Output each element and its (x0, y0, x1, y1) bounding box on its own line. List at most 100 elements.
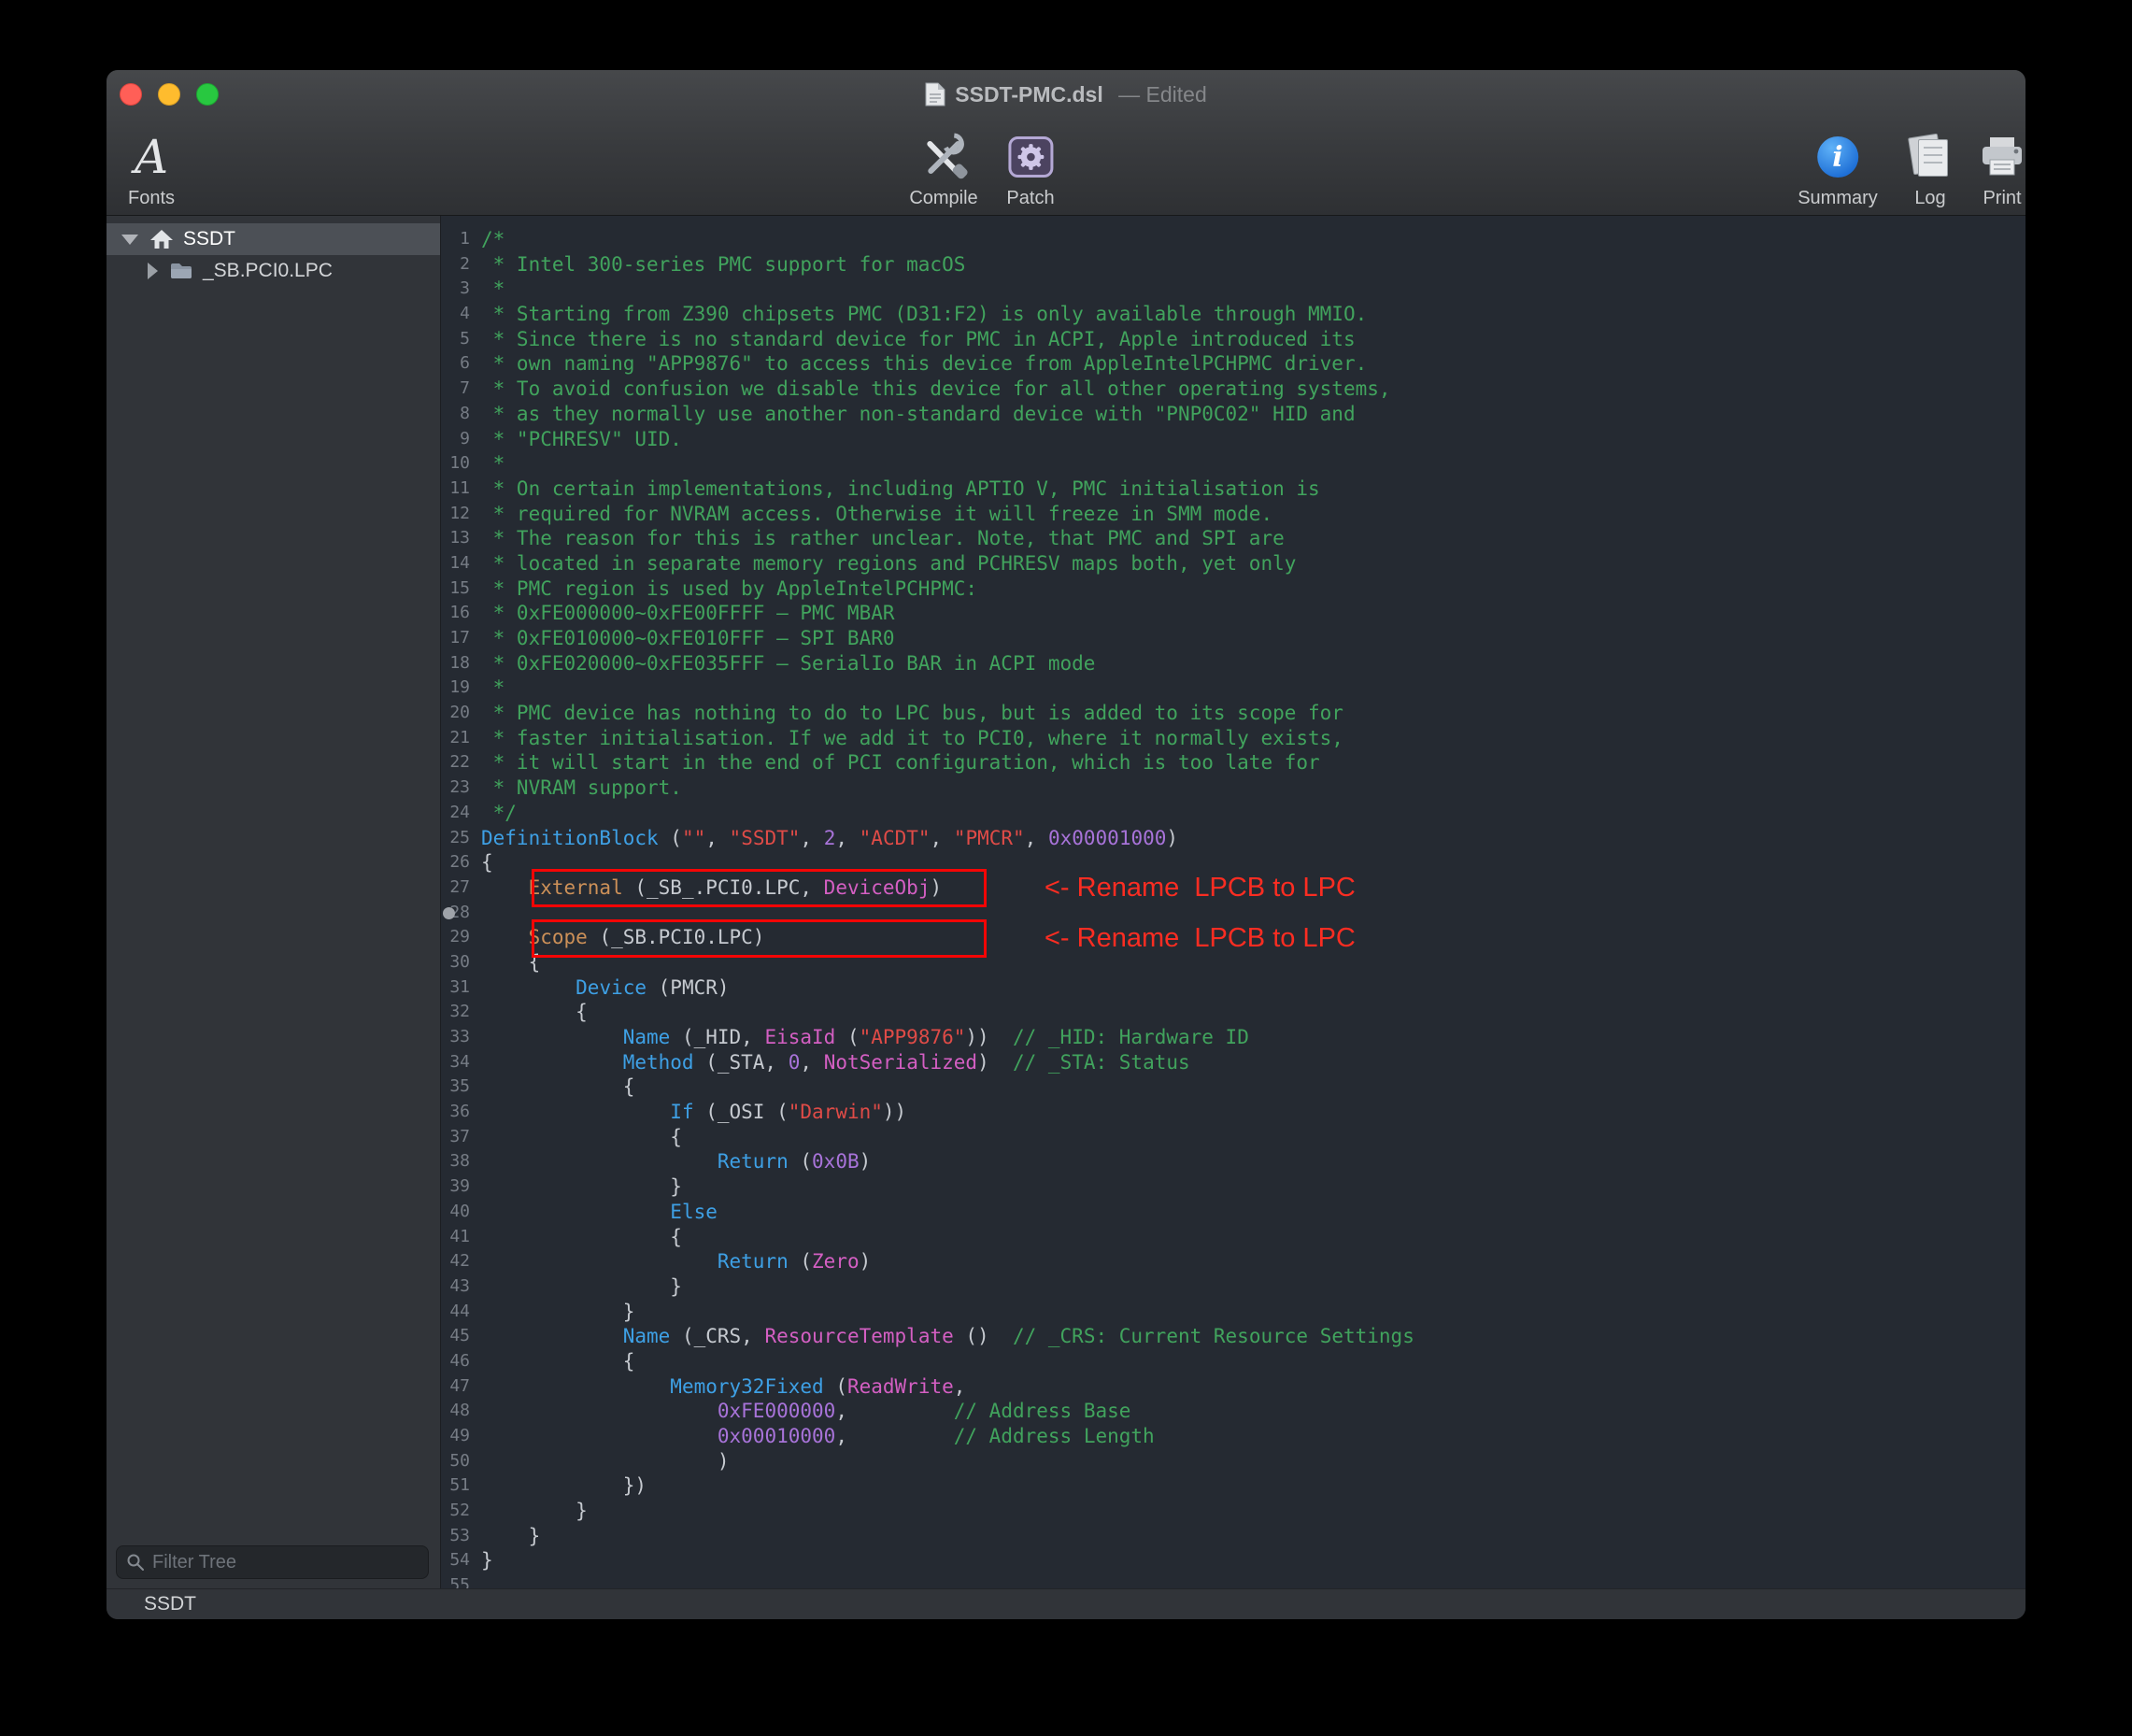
house-icon (149, 228, 174, 250)
code-line: 35 { (441, 1074, 2025, 1100)
log-label: Log (1914, 188, 1945, 209)
code-line: 24 */ (441, 801, 2025, 826)
code-line: 25DefinitionBlock ("", "SSDT", 2, "ACDT"… (441, 826, 2025, 851)
code-line: 23 * NVRAM support. (441, 776, 2025, 801)
gutter-marker (443, 907, 455, 919)
code-line: 34 Method (_STA, 0, NotSerialized) // _S… (441, 1050, 2025, 1075)
code-line: 46 { (441, 1349, 2025, 1374)
code-line: 37 { (441, 1125, 2025, 1150)
window-chrome: SSDT-PMC.dsl — Edited A Fonts Compi (107, 70, 2025, 216)
code-line: 33 Name (_HID, EisaId ("APP9876")) // _H… (441, 1025, 2025, 1050)
window-title: SSDT-PMC.dsl — Edited (107, 70, 2025, 119)
statusbar-path: SSDT (144, 1593, 196, 1615)
code-line: 47 Memory32Fixed (ReadWrite, (441, 1374, 2025, 1400)
code-line: 32 { (441, 1000, 2025, 1025)
patch-button[interactable]: Patch (1006, 131, 1054, 209)
titlebar: SSDT-PMC.dsl — Edited (107, 70, 2025, 119)
code-line: 30 { (441, 950, 2025, 975)
code-line: 28 (441, 901, 2025, 926)
info-circle-icon: i (1817, 136, 1858, 178)
compile-button[interactable]: Compile (909, 131, 977, 209)
summary-button[interactable]: i Summary (1798, 131, 1878, 209)
code-line: 42 Return (Zero) (441, 1249, 2025, 1274)
tree-item-label: SSDT (183, 228, 235, 250)
code-line: 50 ) (441, 1449, 2025, 1474)
document-proxy-icon (925, 82, 945, 107)
code-line: 53 } (441, 1524, 2025, 1549)
code-line: 29 Scope (_SB.PCI0.LPC) (441, 925, 2025, 950)
code-line: 48 0xFE000000, // Address Base (441, 1399, 2025, 1424)
title-edited-suffix: — Edited (1113, 82, 1207, 107)
summary-label: Summary (1798, 188, 1878, 209)
printer-icon (1979, 135, 2025, 178)
code-line: 22 * it will start in the end of PCI con… (441, 750, 2025, 776)
documents-stack-icon (1909, 134, 1952, 180)
code-line: 2 * Intel 300-series PMC support for mac… (441, 252, 2025, 277)
code-line: 11 * On certain implementations, includi… (441, 477, 2025, 502)
crossed-tools-icon (917, 133, 970, 181)
code-line: 55 (441, 1573, 2025, 1588)
code-line: 15 * PMC region is used by AppleIntelPCH… (441, 576, 2025, 602)
code-line: 5 * Since there is no standard device fo… (441, 327, 2025, 352)
code-line: 45 Name (_CRS, ResourceTemplate () // _C… (441, 1324, 2025, 1349)
app-window: SSDT-PMC.dsl — Edited A Fonts Compi (107, 70, 2025, 1619)
sidebar-tree: SSDT _SB.PCI0.LPC (107, 216, 441, 1588)
code-line: 38 Return (0x0B) (441, 1149, 2025, 1174)
code-line: 36 If (_OSI ("Darwin")) (441, 1100, 2025, 1125)
fonts-button[interactable]: A Fonts (128, 131, 175, 209)
code-line: 18 * 0xFE020000~0xFE035FFF – SerialIo BA… (441, 651, 2025, 676)
code-line: 10 * (441, 451, 2025, 477)
code-lines: 1/*2 * Intel 300-series PMC support for … (441, 216, 2025, 1588)
search-icon (126, 1553, 145, 1572)
code-line: 4 * Starting from Z390 chipsets PMC (D31… (441, 302, 2025, 327)
compile-label: Compile (909, 188, 977, 209)
print-label: Print (1983, 188, 2021, 209)
code-line: 26{ (441, 850, 2025, 875)
code-line: 49 0x00010000, // Address Length (441, 1424, 2025, 1449)
statusbar: SSDT (107, 1588, 2025, 1619)
code-line: 27 External (_SB_.PCI0.LPC, DeviceObj) (441, 875, 2025, 901)
title-filename: SSDT-PMC.dsl (955, 82, 1102, 107)
code-line: 6 * own naming "APP9876" to access this … (441, 351, 2025, 377)
folder-icon (169, 262, 193, 280)
code-line: 41 { (441, 1225, 2025, 1250)
code-line: 12 * required for NVRAM access. Otherwis… (441, 502, 2025, 527)
code-line: 17 * 0xFE010000~0xFE010FFF – SPI BAR0 (441, 626, 2025, 651)
code-line: 8 * as they normally use another non-sta… (441, 402, 2025, 427)
window-content: SSDT _SB.PCI0.LPC (107, 216, 2025, 1588)
sidebar-item-ssdt[interactable]: SSDT (107, 223, 440, 255)
code-line: 43 } (441, 1274, 2025, 1300)
code-line: 1/* (441, 227, 2025, 252)
disclosure-triangle-expanded-icon[interactable] (121, 235, 138, 245)
code-line: 7 * To avoid confusion we disable this d… (441, 377, 2025, 402)
toolbar: A Fonts Compile (107, 119, 2025, 216)
code-line: 16 * 0xFE000000~0xFE00FFFF – PMC MBAR (441, 601, 2025, 626)
filter-input[interactable] (152, 1552, 419, 1573)
tree-item-label: _SB.PCI0.LPC (203, 260, 333, 282)
code-line: 44 } (441, 1300, 2025, 1325)
acpi-tree: SSDT _SB.PCI0.LPC (107, 216, 440, 287)
code-line: 19 * (441, 676, 2025, 701)
fonts-label: Fonts (128, 188, 175, 209)
code-line: 39 } (441, 1174, 2025, 1200)
sidebar-item-sb-pci0-lpc[interactable]: _SB.PCI0.LPC (107, 255, 440, 287)
code-line: 14 * located in separate memory regions … (441, 551, 2025, 576)
code-line: 40 Else (441, 1200, 2025, 1225)
filter-field[interactable] (116, 1545, 429, 1579)
code-editor[interactable]: 1/*2 * Intel 300-series PMC support for … (441, 216, 2025, 1588)
code-line: 20 * PMC device has nothing to do to LPC… (441, 701, 2025, 726)
code-line: 13 * The reason for this is rather uncle… (441, 526, 2025, 551)
disclosure-triangle-collapsed-icon[interactable] (148, 263, 158, 279)
print-button[interactable]: Print (1979, 131, 2025, 209)
fonts-letter-a-icon: A (135, 131, 168, 183)
log-button[interactable]: Log (1909, 131, 1952, 209)
code-line: 54} (441, 1548, 2025, 1573)
code-line: 21 * faster initialisation. If we add it… (441, 726, 2025, 751)
code-line: 9 * "PCHRESV" UID. (441, 427, 2025, 452)
code-line: 3 * (441, 277, 2025, 302)
code-line: 51 }) (441, 1473, 2025, 1499)
code-line: 52 } (441, 1499, 2025, 1524)
patch-label: Patch (1006, 188, 1054, 209)
code-line: 31 Device (PMCR) (441, 975, 2025, 1001)
gear-square-icon (1016, 143, 1045, 171)
